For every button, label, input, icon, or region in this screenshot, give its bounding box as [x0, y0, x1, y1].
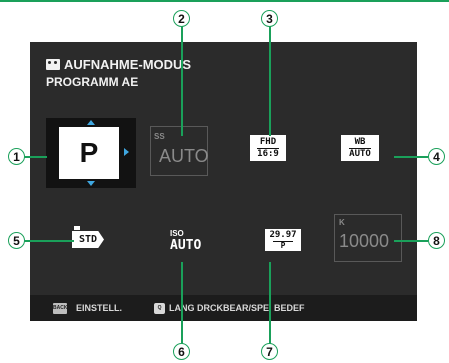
- shutter-speed-label: SS: [154, 132, 165, 141]
- movie-resolution: FHD: [259, 136, 277, 147]
- movie-camera-icon: [46, 58, 60, 70]
- frame-rate-tile[interactable]: 29.97 P: [239, 210, 315, 270]
- kelvin-label: K: [339, 218, 345, 227]
- iso-tile[interactable]: ISO AUTO: [146, 210, 216, 270]
- right-arrow-icon: [124, 148, 129, 156]
- frame-rate-scan: P: [272, 240, 294, 250]
- q-key-icon: Q: [154, 302, 166, 314]
- callout-line-8: [394, 240, 428, 242]
- callout-line-6: [181, 262, 183, 344]
- up-arrow-icon: [87, 120, 95, 125]
- top-accent-line: [0, 0, 449, 2]
- callout-line-5: [24, 240, 74, 242]
- callout-line-4: [394, 156, 428, 158]
- callout-line-2: [181, 26, 183, 136]
- callout-8: 8: [428, 232, 445, 249]
- camera-screen: AUFNAHME-MODUS PROGRAMM AE P SS AUTO FHD…: [30, 42, 417, 321]
- wb-value: AUTO: [349, 147, 371, 159]
- shutter-speed-tile[interactable]: SS AUTO: [150, 126, 209, 176]
- callout-1: 1: [8, 148, 25, 165]
- page-title: AUFNAHME-MODUS: [64, 56, 192, 72]
- callout-6: 6: [173, 343, 190, 360]
- footer-bar: BACK EINSTELL. Q LANG DRCKBEAR/SPEI BEDE…: [30, 295, 417, 321]
- frame-rate-value: 29.97: [269, 229, 297, 240]
- kelvin-value: 10000: [339, 231, 390, 251]
- white-balance-tile[interactable]: WB AUTO: [325, 118, 395, 182]
- wb-badge: WB AUTO: [341, 135, 379, 161]
- callout-7: 7: [261, 343, 278, 360]
- movie-aspect: 16:9: [257, 147, 279, 159]
- mode-tile-selected[interactable]: P: [46, 118, 136, 188]
- callout-2: 2: [173, 10, 190, 27]
- fhd-badge: FHD 16:9: [250, 135, 286, 161]
- mode-value: P: [59, 127, 119, 179]
- shutter-speed-value: AUTO: [159, 146, 209, 166]
- q-hint: LANG DRCKBEAR/SPEI BEDEF: [169, 303, 305, 313]
- title-block: AUFNAHME-MODUS PROGRAMM AE: [46, 56, 191, 89]
- film-simulation-value: STD: [72, 231, 104, 248]
- back-hint: EINSTELL.: [76, 303, 123, 313]
- frame-rate-badge: 29.97 P: [265, 229, 301, 251]
- callout-line-1: [24, 156, 47, 158]
- callout-4: 4: [428, 148, 445, 165]
- iso-label: ISO: [170, 229, 184, 238]
- film-simulation-icon: STD: [72, 226, 110, 248]
- wb-label: WB: [354, 136, 366, 147]
- iso-value: AUTO: [170, 238, 202, 253]
- mode-subtitle: PROGRAMM AE: [46, 75, 139, 89]
- down-arrow-icon: [87, 181, 95, 186]
- kelvin-tile[interactable]: K 10000: [334, 214, 402, 262]
- callout-line-7: [269, 262, 271, 344]
- callout-line-3: [269, 26, 271, 136]
- callout-5: 5: [8, 232, 25, 249]
- back-key-icon: BACK: [53, 302, 67, 314]
- callout-3: 3: [261, 10, 278, 27]
